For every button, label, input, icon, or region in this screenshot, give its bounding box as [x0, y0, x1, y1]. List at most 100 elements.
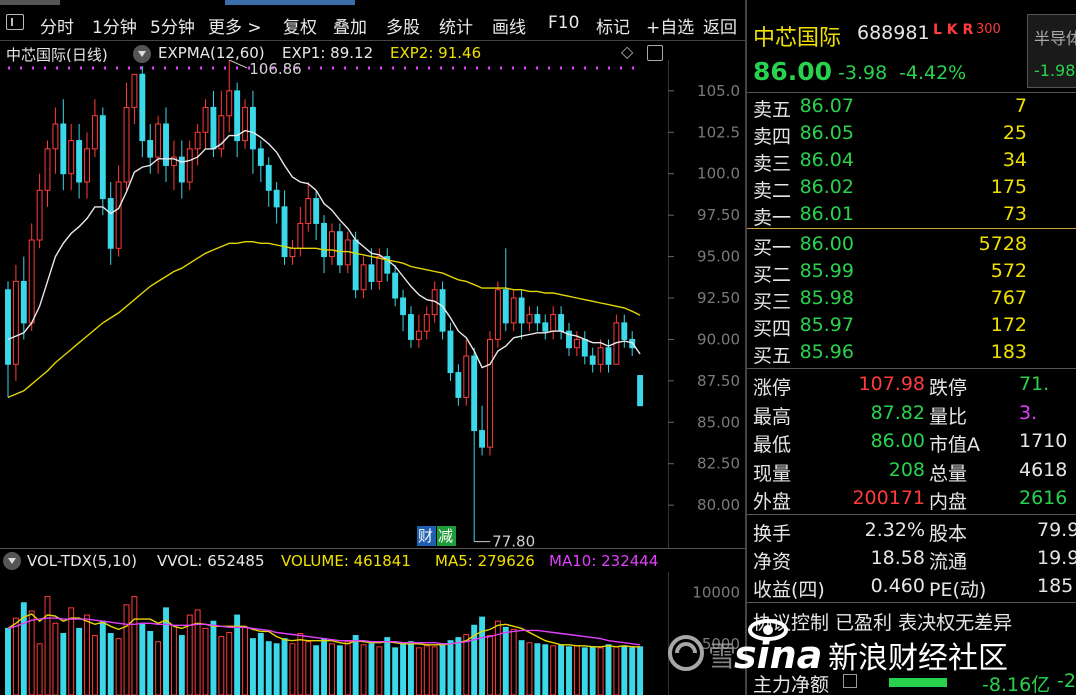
ask-row: 卖四 86.05 25: [747, 120, 1076, 148]
candle-body: [408, 314, 414, 340]
candle-body: [487, 338, 493, 448]
ask-row: 卖三 86.04 34: [747, 147, 1076, 175]
candle-body: [44, 148, 51, 191]
finance-value: 185: [1037, 575, 1074, 597]
bid-row: 买一 86.00 5728: [747, 231, 1076, 259]
stat-label: 现量: [753, 462, 792, 485]
candle-body: [550, 314, 557, 332]
candle-body: [155, 123, 162, 158]
menu-item-5min[interactable]: 5分钟: [150, 13, 195, 38]
finance-value: 19.9: [1037, 547, 1076, 569]
bid-row: 买三 85.98 767: [747, 285, 1076, 313]
volume-bar: [210, 620, 217, 695]
candle-body: [186, 148, 193, 183]
volume-bar: [60, 633, 67, 695]
finance-label: 换手: [753, 523, 792, 545]
price-tick-label: 82.50: [697, 455, 740, 473]
candle-body: [257, 148, 264, 166]
menu-item-f10[interactable]: F10: [548, 13, 579, 33]
stock-tag-300: 300: [976, 22, 1001, 37]
volume-chart[interactable]: 10000 5000: [0, 572, 745, 695]
menu-item-1min[interactable]: 1分钟: [92, 13, 137, 38]
low-marker-label: 77.80: [492, 533, 535, 548]
candle-body: [479, 430, 486, 448]
window-toggle-icon[interactable]: [647, 45, 663, 61]
volume-bar: [566, 646, 572, 695]
volume-bar: [91, 635, 98, 695]
candle-body: [139, 73, 146, 142]
volume-bar: [265, 641, 272, 695]
candle-body: [107, 198, 114, 249]
volume-bar: [305, 641, 312, 695]
volume-bar: [360, 644, 367, 695]
menu-item-overlay[interactable]: 叠加: [333, 13, 367, 38]
candle-body: [637, 375, 644, 407]
volume-bar: [44, 596, 51, 695]
candle-body: [558, 314, 565, 332]
volume-bar: [76, 627, 83, 695]
volume-bar: [123, 604, 130, 695]
bid-volume: 5728: [978, 233, 1027, 255]
menu-item-multi-stock[interactable]: 多股: [386, 13, 420, 38]
sector-tab[interactable]: 半导体 -1.98%: [1027, 14, 1076, 88]
candle-body: [589, 355, 596, 365]
volume-bar: [336, 645, 343, 695]
ask-volume: 25: [1002, 122, 1027, 144]
menu-toggle-icon[interactable]: [6, 14, 24, 30]
stat-label: 总量: [929, 462, 968, 485]
volume-bar: [36, 643, 43, 695]
menu-item-add-favorite[interactable]: +自选: [646, 13, 694, 38]
candlestick-chart[interactable]: 105.0 102.5 100.0 97.50 95.00 92.50 90.00 87.50…: [0, 60, 745, 548]
menu-item-stats[interactable]: 统计: [439, 13, 473, 38]
candle-body: [289, 247, 296, 258]
info-icon[interactable]: [843, 674, 857, 688]
candle-body: [20, 280, 27, 324]
volume-bar: [621, 645, 628, 695]
volume-bar: [573, 645, 580, 695]
volume-tick-label: 10000: [692, 584, 740, 602]
finance-value: 0.460: [870, 575, 925, 597]
candle-body: [376, 256, 383, 282]
volume-indicator-name[interactable]: VOL-TDX(5,10): [27, 552, 137, 570]
menu-item-mark[interactable]: 标记: [596, 13, 630, 38]
stat-value: 200171: [852, 487, 925, 509]
menu-item-back[interactable]: 返回: [703, 13, 737, 38]
price-change: -3.98: [838, 62, 888, 84]
candle-body: [84, 148, 90, 183]
volume-bar: [415, 647, 422, 695]
volume-bar: [479, 616, 486, 695]
volume-bar: [526, 642, 533, 695]
menu-item-draw[interactable]: 画线: [492, 13, 526, 38]
candle-body: [336, 231, 343, 266]
price-tick-label: 80.00: [697, 496, 740, 514]
volume-bar: [605, 644, 612, 695]
ask-volume: 73: [1002, 203, 1027, 225]
volume-bar: [408, 641, 414, 695]
volume-bar: [400, 643, 407, 695]
volume-bar: [289, 643, 296, 695]
finance-label: 净资: [753, 551, 792, 573]
main-net-value-2: -2: [1057, 670, 1076, 692]
candle-body: [542, 322, 549, 332]
menu-item-intraday[interactable]: 分时: [40, 13, 74, 38]
bid-level-label: 买三: [753, 291, 792, 313]
stat-value: 1710: [1019, 430, 1068, 452]
volume-bar: [218, 636, 225, 695]
menu-item-more[interactable]: 更多 >: [208, 13, 262, 38]
candle-body: [439, 289, 446, 332]
bid-price: 85.97: [799, 314, 854, 336]
volume-bar: [226, 631, 233, 695]
candle-body: [36, 189, 43, 241]
volume-bar: [368, 643, 375, 695]
company-attributes: 协议控制 已盈利 表决权无差异: [753, 612, 1013, 634]
price-tick-label: 105.0: [697, 82, 740, 100]
menu-item-adjust[interactable]: 复权: [283, 13, 317, 38]
volume-tick-label: 5000: [702, 635, 740, 653]
volume-bar: [84, 614, 90, 695]
candle-body: [281, 206, 288, 258]
top-tab-strip: [0, 0, 60, 5]
volume-indicator-dropdown-icon[interactable]: [3, 552, 21, 570]
diamond-icon[interactable]: ◇: [621, 42, 633, 61]
volume-bar: [12, 617, 19, 695]
finance-label: 流通: [929, 551, 968, 573]
